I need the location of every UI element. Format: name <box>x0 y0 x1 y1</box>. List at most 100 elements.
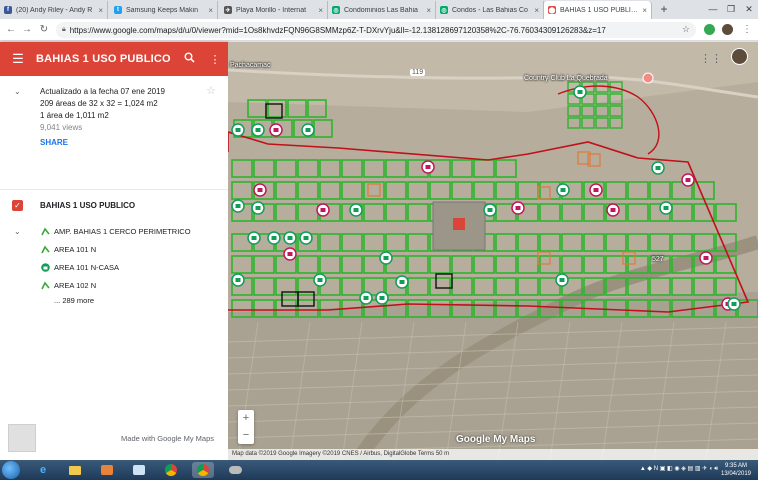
layer-checkbox[interactable]: ✓ <box>12 200 23 211</box>
layer-item[interactable]: AREA 102 N <box>40 276 216 294</box>
pink-pin-glyph <box>593 188 599 192</box>
green-pin-glyph <box>655 166 661 170</box>
more-items-link[interactable]: ... 289 more <box>40 296 216 305</box>
media-player-icon[interactable] <box>96 462 118 478</box>
clock-time: 9:35 AM <box>724 463 747 469</box>
address-bar[interactable]: 🔒︎ https://www.google.com/maps/d/u/0/vie… <box>56 22 696 38</box>
club-label: Country Club La Quebrada <box>524 75 608 82</box>
pink-pin-glyph <box>273 128 279 132</box>
lot-number-label: 527 <box>652 256 664 263</box>
map-title: BAHIAS 1 USO PUBLICO <box>36 53 171 65</box>
satellite-map[interactable]: Pachacamac 119 Country Club La Quebrada … <box>228 42 758 460</box>
green-pin-glyph <box>663 206 669 210</box>
layer-item[interactable]: AREA 101 N-CASA <box>40 258 216 276</box>
basemap-thumbnail[interactable] <box>8 424 36 452</box>
tab-close-icon[interactable]: × <box>208 6 213 15</box>
hamburger-menu-icon[interactable]: ☰ <box>0 51 36 67</box>
pink-pin-glyph <box>610 208 616 212</box>
browser-tab[interactable]: ◎ Condos - Las Bahias Co × <box>436 1 544 19</box>
area-count: 209 áreas de 32 x 32 = 1,024 m2 <box>40 99 158 108</box>
tab-label: Samsung Keeps Makin <box>126 6 198 14</box>
map-attribution: Map data ©2019 Google Imagery ©2019 CNES… <box>228 449 758 460</box>
green-pin-glyph <box>235 278 241 282</box>
close-window-icon[interactable]: ✕ <box>740 0 758 19</box>
house-pin-icon <box>40 262 50 272</box>
lock-icon: 🔒︎ <box>62 26 66 33</box>
share-button[interactable]: SHARE <box>40 138 216 147</box>
reload-icon[interactable]: ↻ <box>37 23 51 37</box>
paint-icon[interactable] <box>128 462 150 478</box>
route-shield: 119 <box>410 69 426 76</box>
account-avatar[interactable] <box>731 48 748 65</box>
chevron-down-icon[interactable]: ⌄ <box>14 87 21 96</box>
minimize-icon[interactable]: — <box>704 0 722 19</box>
area-extra: 1 área de 1,011 m2 <box>40 111 109 120</box>
green-pin-glyph <box>577 90 583 94</box>
back-arrow-icon[interactable]: ← <box>4 23 18 37</box>
bookmark-star-icon[interactable]: ☆ <box>682 24 690 35</box>
map-canvas[interactable] <box>228 42 758 460</box>
tab-close-icon[interactable]: × <box>642 6 647 15</box>
zoom-out-button[interactable]: − <box>238 427 254 444</box>
map-info-section: ⌄ ☆ Actualizado a la fecha 07 ene 2019 2… <box>0 76 228 190</box>
extension-icon[interactable] <box>704 24 715 35</box>
updated-date: Actualizado a la fecha 07 ene 2019 <box>40 87 165 96</box>
pink-pin-glyph <box>257 188 263 192</box>
forward-arrow-icon[interactable]: → <box>20 23 34 37</box>
browser-tab[interactable]: ✈ Playa Morillo - Internat × <box>220 1 328 19</box>
browser-tab[interactable]: t Samsung Keeps Makin × <box>110 1 218 19</box>
green-pin-glyph <box>305 128 311 132</box>
pink-pin-glyph <box>703 256 709 260</box>
star-icon[interactable]: ☆ <box>206 84 216 97</box>
green-pin-glyph <box>287 236 293 240</box>
green-pin-glyph <box>235 128 241 132</box>
panel-footer: Made with Google My Maps <box>0 420 228 460</box>
google-logo-text: Google <box>456 434 491 445</box>
tab-close-icon[interactable]: × <box>426 6 431 15</box>
green-pin-glyph <box>271 236 277 240</box>
line-icon <box>40 244 50 254</box>
line-icon <box>40 226 50 236</box>
map-legend-panel: ☰ BAHIAS 1 USO PUBLICO ⋮ ⌄ ☆ Actualizado… <box>0 42 228 460</box>
pink-pin-glyph <box>425 165 431 169</box>
tab-favicon-icon: ✈ <box>224 6 232 14</box>
file-explorer-icon[interactable] <box>64 462 86 478</box>
layer-item-label: AMP. BAHIAS 1 CERCO PERIMETRICO <box>54 226 191 236</box>
layer-item[interactable]: ⌄ AMP. BAHIAS 1 CERCO PERIMETRICO <box>14 222 216 240</box>
browser-menu-icon[interactable]: ⋮ <box>740 23 754 37</box>
green-pin-glyph <box>399 280 405 284</box>
more-options-icon[interactable]: ⋮ <box>202 53 228 66</box>
tab-favicon-icon: ◎ <box>440 6 448 14</box>
layer-name: BAHIAS 1 USO PUBLICO <box>40 201 136 210</box>
profile-avatar[interactable] <box>722 24 733 35</box>
chrome-window-icon[interactable] <box>192 462 214 478</box>
chrome-icon[interactable] <box>160 462 182 478</box>
tab-close-icon[interactable]: × <box>318 6 323 15</box>
browser-tab[interactable]: ⬤ BAHIAS 1 USO PUBLICO × <box>544 1 652 19</box>
search-icon[interactable] <box>176 52 202 66</box>
green-pin-glyph <box>255 206 261 210</box>
tab-close-icon[interactable]: × <box>534 6 539 15</box>
tab-close-icon[interactable]: × <box>98 6 103 15</box>
line-icon <box>40 280 50 290</box>
chevron-down-icon[interactable]: ⌄ <box>14 227 21 236</box>
zoom-in-button[interactable]: + <box>238 410 254 427</box>
green-pin-glyph <box>560 188 566 192</box>
game-controller-icon[interactable] <box>224 462 246 478</box>
green-pin-glyph <box>731 302 737 306</box>
tab-label: BAHIAS 1 USO PUBLICO <box>560 6 640 14</box>
new-tab-button[interactable]: + <box>657 3 671 17</box>
green-pin-glyph <box>251 236 257 240</box>
green-pin-glyph <box>383 256 389 260</box>
layer-item[interactable]: AREA 101 N <box>40 240 216 258</box>
browser-tab[interactable]: ◎ Condominios Las Bahia × <box>328 1 436 19</box>
browser-tab[interactable]: f (20) Andy Riley - Andy R × <box>0 1 108 19</box>
internet-explorer-icon[interactable]: e <box>32 462 54 478</box>
maximize-icon[interactable]: ❐ <box>722 0 740 19</box>
start-button[interactable] <box>2 461 20 479</box>
clock[interactable]: 9:35 AM 13/04/2019 <box>718 462 754 478</box>
apps-grid-icon[interactable]: ⋮⋮ <box>700 52 722 65</box>
windows-taskbar: e ▲ ◆ N ▣ ◧ ◉ ◈ ▤ ▥ ✈ ◖ 🔊︎ 9:35 AM 13/04… <box>0 460 758 480</box>
tab-favicon-icon: f <box>4 6 12 14</box>
made-with-label: Made with Google My Maps <box>121 434 214 443</box>
